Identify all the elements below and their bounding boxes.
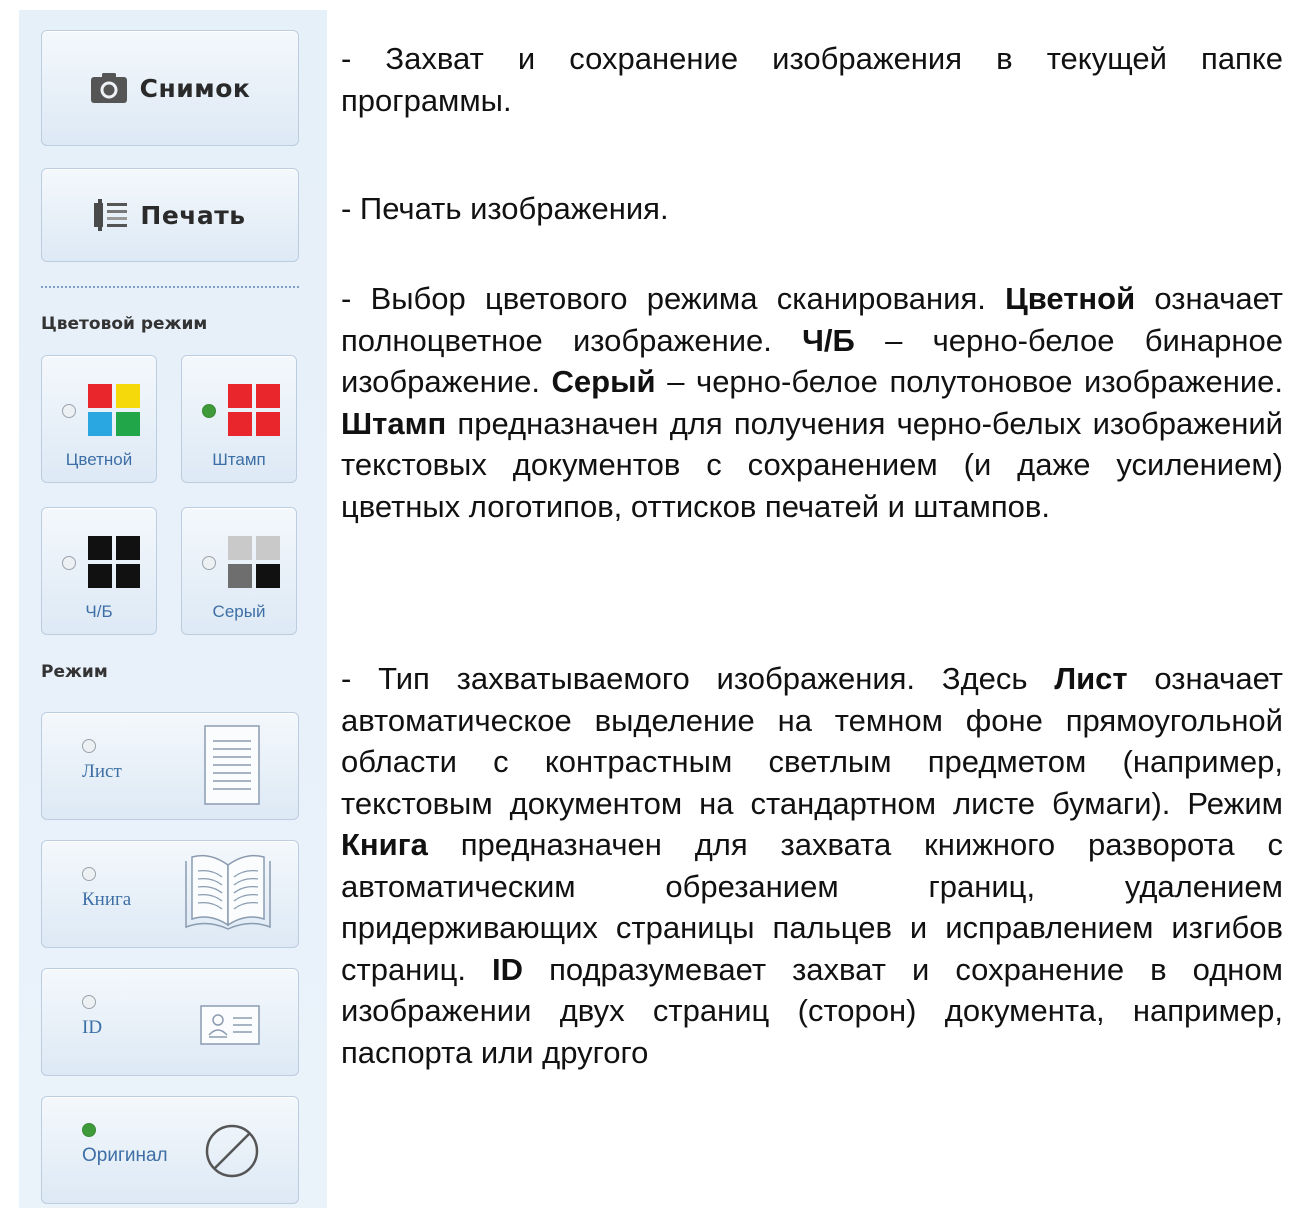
color-mode-bw[interactable]: Ч/Б — [41, 507, 157, 635]
print-label: Печать — [140, 200, 246, 230]
paragraph-print: - Печать изображения. — [341, 188, 1283, 230]
radio-stamp — [202, 404, 216, 418]
red-squares-icon — [228, 384, 280, 436]
radio-sheet — [82, 739, 96, 753]
radio-gray — [202, 556, 216, 570]
gray-squares-icon — [228, 536, 280, 588]
color-mode-gray[interactable]: Серый — [181, 507, 297, 635]
camera-icon — [90, 73, 127, 103]
sheet-icon — [204, 725, 260, 805]
snapshot-label: Снимок — [139, 73, 251, 103]
radio-book — [82, 867, 96, 881]
paragraph-image-type: - Тип захватываемого изображения. Здесь … — [341, 658, 1283, 1073]
color-mode-color[interactable]: Цветной — [41, 355, 157, 483]
radio-original — [82, 1123, 96, 1137]
term-color: Цветной — [1005, 281, 1136, 316]
term-bw: Ч/Б — [802, 322, 855, 358]
text-run: - Тип захватываемого изображения. Здесь — [341, 661, 1055, 696]
paragraph-snapshot-text: - Захват и сохранение изображения в теку… — [341, 41, 1283, 118]
printer-icon — [94, 199, 128, 231]
color-squares-icon — [88, 384, 140, 436]
print-button[interactable]: Печать — [41, 168, 299, 262]
color-mode-color-label: Цветной — [65, 450, 133, 469]
color-mode-stamp[interactable]: Штамп — [181, 355, 297, 483]
mode-original-label: Оригинал — [82, 1145, 168, 1166]
paragraph-print-text: - Печать изображения. — [341, 191, 669, 226]
term-book: Книга — [341, 827, 428, 862]
mode-book[interactable]: Книга — [41, 840, 299, 948]
divider — [41, 286, 299, 288]
mode-sheet-label: Лист — [82, 761, 122, 782]
mode-sheet[interactable]: Лист — [41, 712, 299, 820]
mode-original[interactable]: Оригинал — [41, 1096, 299, 1204]
scanner-sidebar: Снимок Печать Цветовой режим Цветной Шта… — [19, 10, 327, 1208]
color-mode-heading: Цветовой режим — [41, 314, 208, 334]
text-run: – черно-белое полутоновое изображение. — [655, 364, 1283, 399]
id-card-icon — [200, 1005, 260, 1045]
mode-book-label: Книга — [82, 889, 132, 910]
radio-bw — [62, 556, 76, 570]
color-mode-gray-label: Серый — [212, 602, 266, 621]
term-id: ID — [492, 951, 524, 987]
mode-heading: Режим — [41, 662, 108, 682]
term-gray: Серый — [551, 364, 656, 399]
radio-color — [62, 404, 76, 418]
text-run: - Выбор цветового режима сканирования. — [341, 281, 1006, 316]
book-icon — [185, 854, 271, 930]
no-processing-icon — [205, 1124, 259, 1178]
term-sheet: Лист — [1054, 661, 1128, 696]
text-run: предназначен для получения черно-белых и… — [341, 405, 1283, 524]
color-mode-stamp-label: Штамп — [212, 450, 266, 469]
mode-id-label: ID — [82, 1017, 103, 1038]
black-squares-icon — [88, 536, 140, 588]
snapshot-button[interactable]: Снимок — [41, 30, 299, 146]
paragraph-color-mode: - Выбор цветового режима сканирования. Ц… — [341, 278, 1283, 527]
color-mode-bw-label: Ч/Б — [85, 602, 113, 621]
mode-id[interactable]: ID — [41, 968, 299, 1076]
term-stamp: Штамп — [341, 405, 447, 441]
radio-id — [82, 995, 96, 1009]
paragraph-snapshot: - Захват и сохранение изображения в теку… — [341, 38, 1283, 121]
